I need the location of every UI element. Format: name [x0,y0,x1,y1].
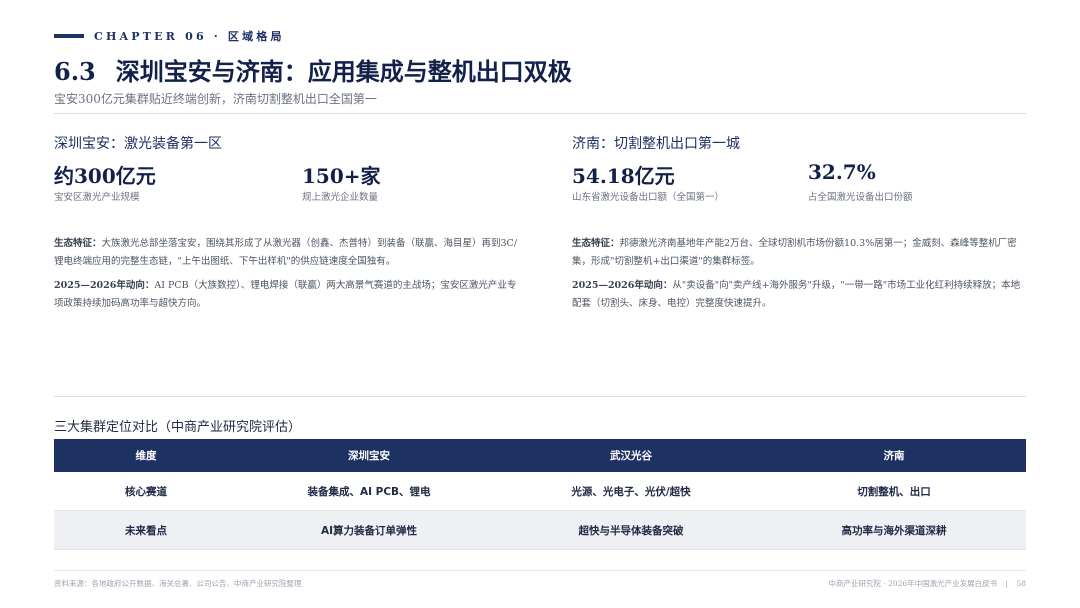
left-stat-1-label: 宝安区激光产业规模 [54,192,140,203]
right-stat-1-label: 山东省激光设备出口额（全国第一） [572,192,725,203]
table-cell: 装备集成、AI PCB、锂电 [238,472,500,511]
left-para1-text: 大族激光总部坐落宝安，围绕其形成了从激光器（创鑫、杰普特）到装备（联赢、海目星）… [54,238,518,267]
section-number: 6.3 [54,57,96,86]
footer-separator: | [1005,579,1009,588]
header-dimension: 维度 [54,439,238,472]
table-cell: 高功率与海外渠道深耕 [762,510,1026,550]
chapter-label: CHAPTER 06 · 区域格局 [94,30,285,43]
footer-divider [54,570,1026,571]
header-shenzhen: 深圳宝安 [238,439,500,472]
right-ecosystem-paragraph: 生态特征：邦德激光济南基地年产能2万台、全球切割机市场份额10.3%居第一；金威… [572,235,1024,271]
footer-publisher-name: 中商产业研究院 · 2026年中国激光产业发展白皮书 [828,579,998,588]
section-title: 深圳宝安与济南：应用集成与整机出口双极 [115,57,572,86]
footer-publisher: 中商产业研究院 · 2026年中国激光产业发展白皮书 | 58 [828,578,1026,589]
table-cell: 核心赛道 [54,472,238,511]
right-section-heading: 济南：切割整机出口第一城 [572,136,740,152]
table-cell: 切割整机、出口 [762,472,1026,511]
right-para2-lead: 2025—2026年动向： [572,280,673,291]
table-header-row: 维度 深圳宝安 武汉光谷 济南 [54,439,1026,472]
right-para1-lead: 生态特征： [572,238,620,249]
right-stat-2-label: 占全国激光设备出口份额 [808,192,913,203]
left-stat-2-label: 规上激光企业数量 [302,192,379,203]
table-row: 核心赛道 装备集成、AI PCB、锂电 光源、光电子、光伏/超快 切割整机、出口 [54,472,1026,511]
header-wuhan: 武汉光谷 [500,439,762,472]
page-title: 6.3 深圳宝安与济南：应用集成与整机出口双极 [54,52,572,87]
right-stat-1-value: 54.18亿元 [572,164,675,188]
right-stat-2-value: 32.7% [808,160,876,184]
left-stat-2-value: 150+家 [302,164,381,188]
left-section-heading: 深圳宝安：激光装备第一区 [54,136,222,152]
table-cell: 超快与半导体装备突破 [500,510,762,550]
chapter-accent-bar [54,34,84,38]
table-title: 三大集群定位对比（中商产业研究院评估） [54,420,302,435]
table-divider [54,396,1026,397]
page-subtitle: 宝安300亿元集群贴近终端创新，济南切割整机出口全国第一 [54,92,377,106]
cluster-comparison-table: 维度 深圳宝安 武汉光谷 济南 核心赛道 装备集成、AI PCB、锂电 光源、光… [54,439,1026,550]
header-divider [54,113,1026,114]
table-cell: AI算力装备订单弹性 [238,510,500,550]
left-outlook-paragraph: 2025—2026年动向：AI PCB（大族数控）、锂电焊接（联赢）两大高景气赛… [54,277,524,313]
page-number: 58 [1016,579,1026,588]
table-cell: 光源、光电子、光伏/超快 [500,472,762,511]
left-para1-lead: 生态特征： [54,238,102,249]
table-cell: 未来看点 [54,510,238,550]
left-stat-1-value: 约300亿元 [54,164,156,188]
right-outlook-paragraph: 2025—2026年动向：从"卖设备"向"卖产线+海外服务"升级，"一带一路"市… [572,277,1024,313]
right-para1-text: 邦德激光济南基地年产能2万台、全球切割机市场份额10.3%居第一；金威刻、森峰等… [572,238,1017,267]
header-jinan: 济南 [762,439,1026,472]
left-para2-lead: 2025—2026年动向： [54,280,155,291]
footer-source: 资料来源：各地政府公开数据、海关总署、公司公告、中商产业研究院整理 [54,579,302,588]
table-row: 未来看点 AI算力装备订单弹性 超快与半导体装备突破 高功率与海外渠道深耕 [54,510,1026,550]
left-ecosystem-paragraph: 生态特征：大族激光总部坐落宝安，围绕其形成了从激光器（创鑫、杰普特）到装备（联赢… [54,235,524,271]
